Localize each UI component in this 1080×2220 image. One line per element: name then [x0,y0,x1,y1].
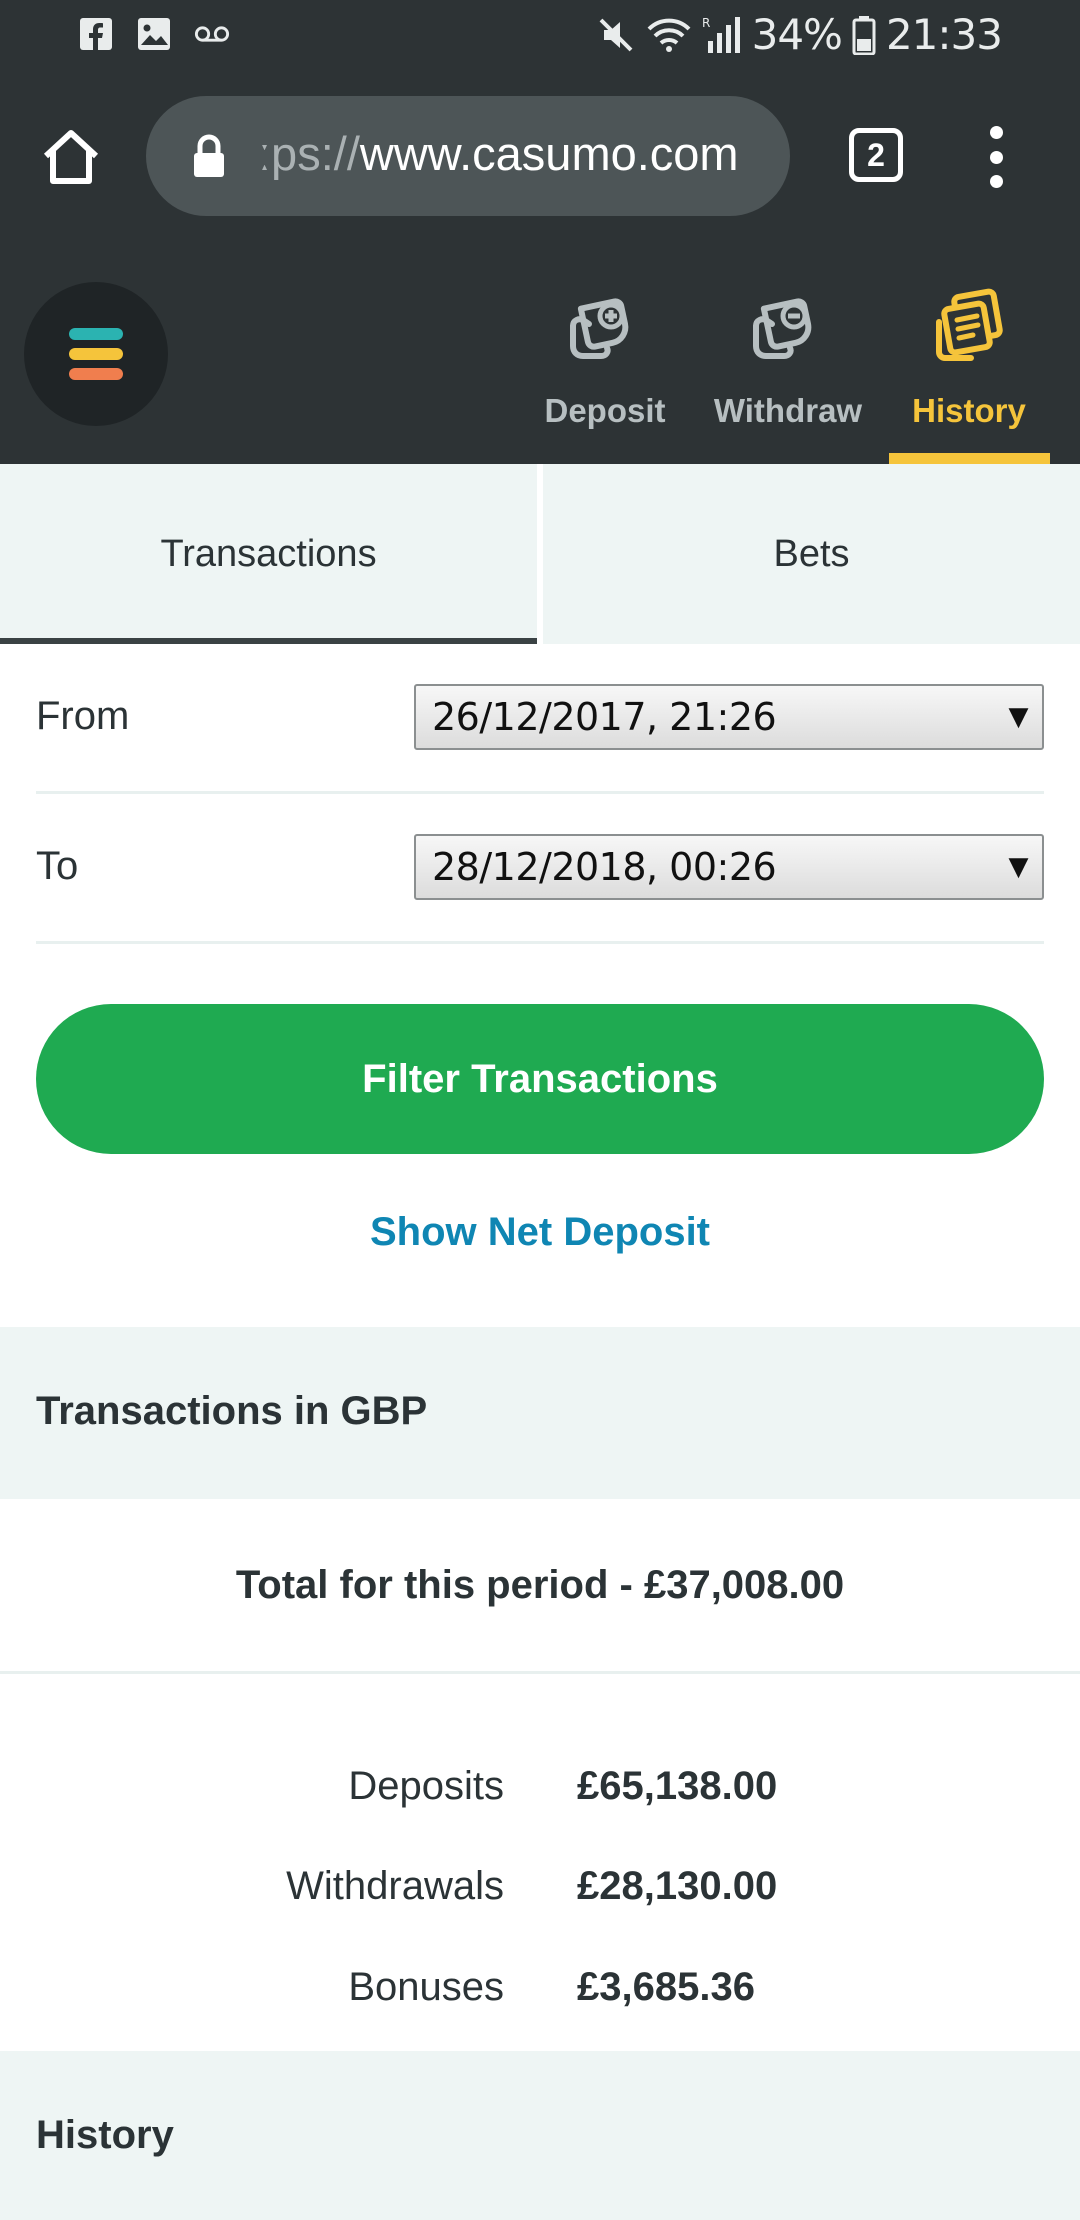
lock-icon [194,134,224,177]
battery-percent: 34% [751,10,843,59]
summary-value: £65,138.00 [577,1764,778,1808]
period-total: Total for this period - £37,008.00 [0,1499,1080,1674]
menu-bar-yellow [69,348,123,360]
menu-bar-orange [69,368,123,380]
menu-bar-teal [69,328,123,340]
nav-history-label: History [912,392,1026,429]
transactions-section-header: Transactions in GBP [0,1327,1080,1499]
from-date-value: 26/12/2017, 21:26 [432,695,777,739]
summary-value: £3,685.36 [577,1965,755,2009]
tab-transactions[interactable]: Transactions [0,464,537,644]
nav-deposit-label: Deposit [544,392,666,429]
voicemail-icon [194,16,230,52]
nav-history[interactable]: History [889,286,1049,464]
from-date-select[interactable]: 26/12/2017, 21:26 ▼ [414,684,1044,750]
home-button[interactable] [38,124,104,190]
history-icon [936,288,1003,361]
browser-toolbar: ːps://www.casumo.com 2 [0,72,1080,242]
hamburger-menu-button[interactable] [24,282,168,426]
to-label: To [36,844,79,888]
facebook-icon [78,16,114,52]
transactions-heading: Transactions in GBP [36,1389,428,1433]
menu-dot [989,175,1003,188]
to-row: To 28/12/2018, 00:26 ▼ [36,794,1044,944]
nav-withdraw[interactable]: Withdraw [708,286,868,464]
to-date-value: 28/12/2018, 00:26 [432,845,777,889]
wifi-icon [647,18,691,52]
filter-transactions-button[interactable]: Filter Transactions [36,1004,1044,1154]
history-heading: History [36,2113,174,2157]
nav-deposit[interactable]: Deposit [540,286,670,464]
menu-dot [989,150,1003,164]
notification-icons [78,16,230,52]
url-text: ːps://www.casumo.com [258,127,739,180]
menu-dot [989,126,1003,139]
nav-withdraw-label: Withdraw [713,392,863,429]
from-row: From 26/12/2017, 21:26 ▼ [36,644,1044,794]
summary-row-bonuses: Bonuses £3,685.36 [0,1935,1080,2035]
to-date-select[interactable]: 28/12/2018, 00:26 ▼ [414,834,1044,900]
summary-label: Withdrawals [286,1864,504,1908]
tab-switcher-button[interactable]: 2 [849,128,903,182]
svg-text:R: R [702,16,710,30]
system-status: R 34% 21:33 [596,10,1003,59]
history-subtabs: Transactions Bets [0,464,1080,644]
dropdown-arrow-icon: ▼ [1008,852,1029,882]
from-label: From [36,694,130,738]
dropdown-arrow-icon: ▼ [1008,702,1029,732]
mute-icon [599,18,633,51]
tab-bets[interactable]: Bets [543,464,1080,644]
show-net-deposit-link[interactable]: Show Net Deposit [0,1210,1080,1255]
deposit-icon [570,298,629,359]
signal-icon: R [702,16,740,53]
image-icon [136,16,172,52]
home-icon [43,130,99,184]
browser-menu-button[interactable] [978,126,1014,188]
summary-row-withdrawals: Withdrawals £28,130.00 [0,1834,1080,1934]
withdraw-icon [753,298,812,359]
app-header: Deposit Withdraw History [0,242,1080,464]
active-nav-indicator [889,453,1050,464]
history-section-header: History [0,2051,1080,2220]
summary-label: Deposits [348,1764,504,1808]
address-bar[interactable]: ːps://www.casumo.com [146,96,790,216]
status-bar: R 34% 21:33 [0,0,1080,72]
clock: 21:33 [885,10,1003,59]
battery-icon [852,15,876,55]
summary-label: Bonuses [348,1965,504,2009]
summary-value: £28,130.00 [577,1864,778,1908]
summary-row-deposits: Deposits £65,138.00 [0,1734,1080,1834]
